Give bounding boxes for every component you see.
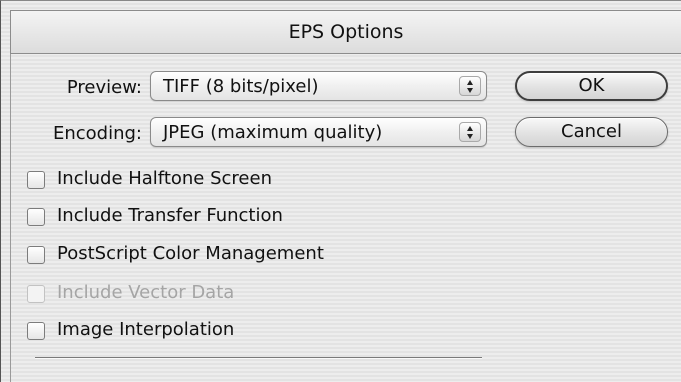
left-border-line: [10, 54, 11, 382]
interpolation-checkbox[interactable]: [27, 322, 45, 340]
cancel-button[interactable]: Cancel: [515, 117, 668, 147]
color-management-checkbox[interactable]: [27, 246, 45, 264]
vector-data-checkbox: [27, 285, 45, 303]
vector-data-checkbox-label: Include Vector Data: [57, 282, 235, 303]
encoding-popup[interactable]: JPEG (maximum quality): [150, 117, 487, 147]
preview-popup-value: TIFF (8 bits/pixel): [163, 76, 319, 97]
preview-label: Preview:: [66, 77, 142, 98]
dialog-title: EPS Options: [288, 21, 404, 43]
halftone-checkbox[interactable]: [27, 171, 45, 189]
encoding-label: Encoding:: [52, 123, 142, 144]
interpolation-checkbox-label[interactable]: Image Interpolation: [57, 319, 234, 340]
separator-line: [35, 357, 482, 358]
color-management-checkbox-label[interactable]: PostScript Color Management: [57, 243, 324, 264]
transfer-function-checkbox[interactable]: [27, 208, 45, 226]
preview-popup[interactable]: TIFF (8 bits/pixel): [150, 71, 487, 101]
eps-options-dialog: EPS Options Preview: TIFF (8 bits/pixel)…: [0, 0, 681, 382]
ok-button[interactable]: OK: [515, 71, 668, 101]
encoding-popup-value: JPEG (maximum quality): [163, 122, 383, 143]
updown-chevron-icon: [459, 76, 481, 96]
halftone-checkbox-label[interactable]: Include Halftone Screen: [57, 168, 272, 189]
updown-chevron-icon: [459, 122, 481, 142]
title-bar: EPS Options: [10, 10, 681, 54]
transfer-function-checkbox-label[interactable]: Include Transfer Function: [57, 205, 283, 226]
